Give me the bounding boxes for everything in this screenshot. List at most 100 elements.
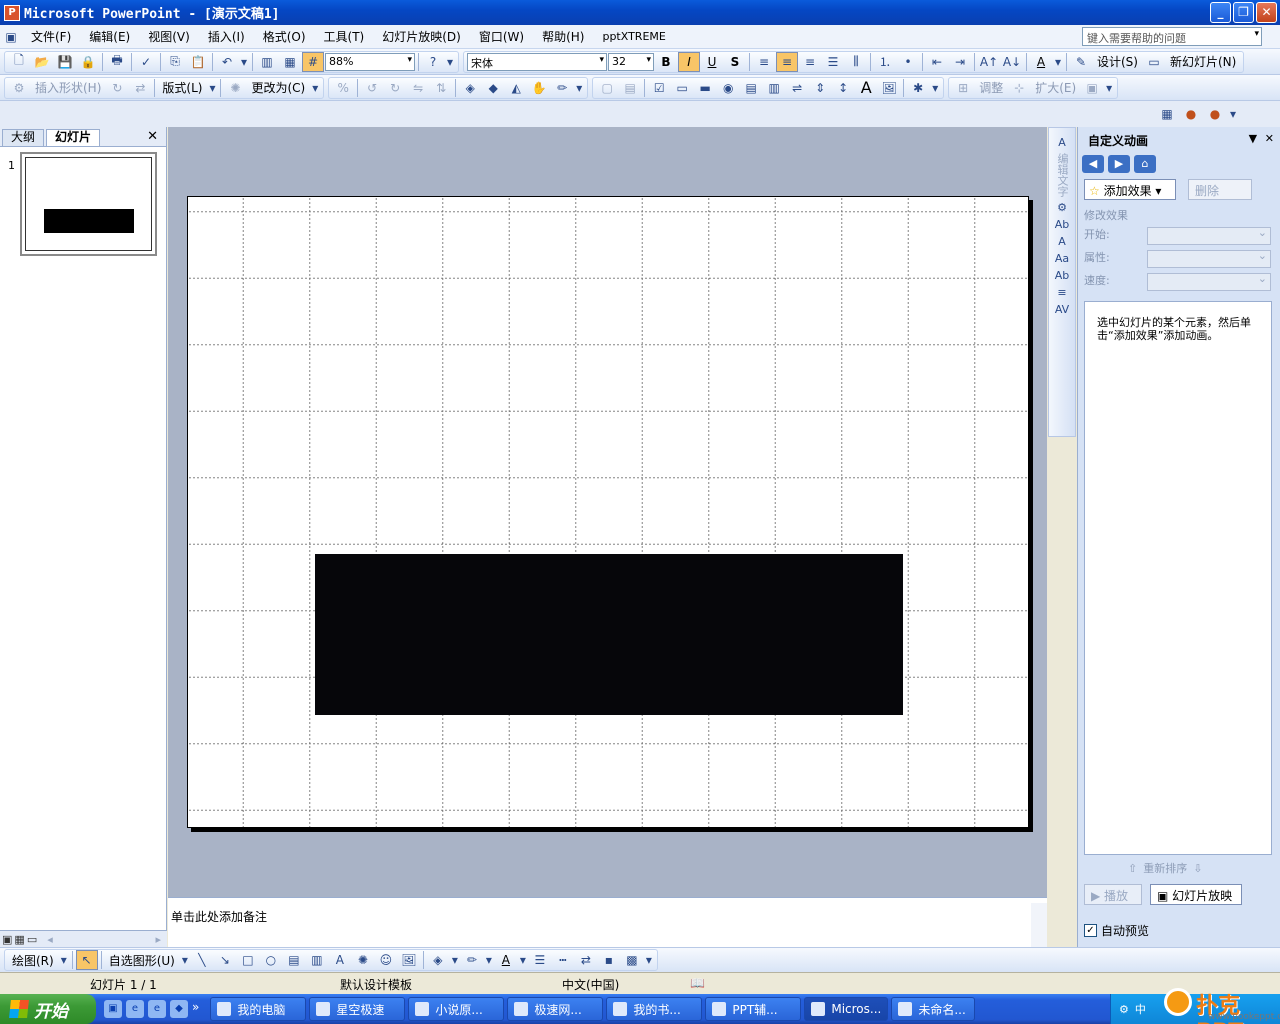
decrease-font-icon[interactable]: A↓ (1001, 52, 1023, 72)
scale-icon[interactable]: % (332, 78, 354, 98)
spelling-status-icon[interactable]: 📖 (690, 976, 705, 990)
checkbox-checked-icon[interactable]: ✓ (1084, 924, 1097, 937)
brush-icon[interactable]: ✋ (528, 78, 550, 98)
line-icon[interactable]: ╲ (191, 950, 213, 970)
autoformat-icon[interactable]: ✺ (224, 78, 246, 98)
back-icon[interactable]: ◀ (1082, 155, 1104, 173)
font-color-icon[interactable]: A (1030, 52, 1052, 72)
taskbar-task-button[interactable]: PPT辅... (705, 997, 802, 1021)
taskbar-task-button[interactable]: 小说原... (408, 997, 505, 1021)
paint-icon[interactable]: ◆ (482, 78, 504, 98)
home-icon[interactable]: ⌂ (1134, 155, 1156, 173)
italic-icon[interactable]: I (678, 51, 700, 72)
fill-color-dropdown-icon[interactable]: ▾ (450, 950, 460, 970)
draw-dropdown-icon[interactable]: ▾ (59, 950, 69, 970)
3d-style-icon[interactable]: ▩ (621, 950, 643, 970)
menu-help[interactable]: 帮助(H) (533, 28, 593, 45)
menu-pptxtreme[interactable]: pptXTREME (593, 30, 674, 43)
taskbar-task-button[interactable]: 未命名... (891, 997, 976, 1021)
addin-1-icon[interactable]: ▦ (1156, 104, 1178, 124)
menu-insert[interactable]: 插入(I) (199, 28, 254, 45)
addin-3-icon[interactable]: ● (1204, 104, 1226, 124)
new-slide-icon[interactable]: ▭ (1143, 52, 1165, 72)
wordart-shape-icon[interactable]: Ab (1055, 218, 1070, 231)
open-icon[interactable]: 📂 (31, 52, 53, 72)
textbox-icon[interactable]: ▤ (283, 950, 305, 970)
diagram-icon[interactable]: ✺ (352, 950, 374, 970)
new-icon[interactable]: 🗋 (8, 52, 30, 72)
new-slide-button[interactable]: 新幻灯片(N) (1166, 53, 1240, 70)
chart-icon[interactable]: ▥ (256, 52, 278, 72)
start-button[interactable]: 开始 (0, 994, 96, 1024)
change-to-dropdown-icon[interactable]: ▾ (310, 78, 320, 98)
tag-icon[interactable]: ◭ (505, 78, 527, 98)
bullets-icon[interactable]: • (897, 52, 919, 72)
paste-icon[interactable]: 📋 (187, 52, 209, 72)
button-control-icon[interactable]: ▬ (694, 78, 716, 98)
table-icon[interactable]: ▦ (279, 52, 301, 72)
save-icon[interactable]: 💾 (54, 52, 76, 72)
close-button[interactable]: ✕ (1256, 2, 1277, 23)
tab-outline[interactable]: 大纲 (2, 129, 45, 146)
forward-icon[interactable]: ▶ (1108, 155, 1130, 173)
flip-v-icon[interactable]: ⇅ (430, 78, 452, 98)
menu-tools[interactable]: 工具(T) (315, 28, 374, 45)
wordart-gallery-icon[interactable]: A (1058, 235, 1066, 248)
edit-text-button[interactable]: 编辑文字 (1054, 153, 1070, 197)
vertical-textbox-icon[interactable]: ▥ (306, 950, 328, 970)
combobox-icon[interactable]: ▥ (763, 78, 785, 98)
spelling-icon[interactable]: ✓ (135, 52, 157, 72)
wordart-icon[interactable]: A (1058, 136, 1066, 149)
play-button[interactable]: ▶ 播放 (1084, 884, 1142, 905)
fit-icon[interactable]: ▣ (1081, 78, 1103, 98)
ie-icon[interactable]: e (148, 1000, 166, 1018)
format-wordart-icon[interactable]: ⚙ (1057, 201, 1067, 214)
insert-shape-icon[interactable]: ⚙ (8, 78, 30, 98)
taskbar-task-button[interactable]: 极速网... (507, 997, 604, 1021)
draw-menu-button[interactable]: 绘图(R) (8, 952, 58, 969)
insert-shape-button[interactable]: 插入形状(H) (31, 79, 105, 96)
flip-h-icon[interactable]: ⇋ (407, 78, 429, 98)
adjust-button[interactable]: 调整 (975, 79, 1007, 96)
help-icon[interactable]: ? (422, 52, 444, 72)
increase-indent-icon[interactable]: ⇥ (949, 52, 971, 72)
decrease-indent-icon[interactable]: ⇤ (926, 52, 948, 72)
drawing-more-icon[interactable]: ▾ (644, 950, 654, 970)
fill-color-icon[interactable]: ◈ (427, 950, 449, 970)
menu-format[interactable]: 格式(O) (254, 28, 315, 45)
more-controls-icon[interactable]: ✱ (907, 78, 929, 98)
group-icon[interactable]: ▢ (596, 78, 618, 98)
browser-icon[interactable]: e (126, 1000, 144, 1018)
doc-icon[interactable]: ▣ (0, 27, 22, 47)
animation-list[interactable]: 选中幻灯片的某个元素，然后单击“添加效果”添加动画。 (1084, 301, 1272, 855)
speed-select[interactable] (1147, 272, 1271, 291)
notes-pane[interactable]: 单击此处添加备注 (168, 897, 1047, 947)
tray-icon[interactable]: ⚙ (1119, 1003, 1129, 1016)
tab-slides[interactable]: 幻灯片 (46, 129, 101, 146)
vertical-text-icon[interactable]: Ab (1055, 269, 1070, 282)
slide-thumbnail[interactable] (20, 152, 157, 256)
taskbar-task-button[interactable]: 星空极速 (309, 997, 406, 1021)
arrow-style-icon[interactable]: ⇄ (575, 950, 597, 970)
font-color-dropdown-icon[interactable]: ▾ (1053, 52, 1063, 72)
property-select[interactable] (1147, 249, 1271, 268)
autoshapes-button[interactable]: 自选图形(U) (105, 952, 179, 969)
rectangle-icon[interactable]: □ (237, 950, 259, 970)
circle-arrows-icon[interactable]: ↻ (106, 78, 128, 98)
remove-button[interactable]: 删除 (1188, 179, 1252, 200)
add-effect-button[interactable]: ☆ 添加效果 ▾ (1084, 179, 1176, 200)
picture-icon[interactable]: 🖼 (398, 950, 420, 970)
design-button[interactable]: 设计(S) (1093, 53, 1142, 70)
textbox-control-icon[interactable]: ▭ (671, 78, 693, 98)
char-spacing-icon[interactable]: AV (1055, 303, 1069, 316)
taskbar-task-button[interactable]: Micros... (804, 997, 889, 1021)
shadow-icon[interactable]: S (724, 52, 746, 72)
font-select[interactable]: 宋体 ▾ (467, 52, 607, 71)
desktop-icon[interactable]: ▣ (104, 1000, 122, 1018)
autopreview-checkbox[interactable]: ✓ 自动预览 (1084, 922, 1149, 939)
reverse-icon[interactable]: ⇄ (129, 78, 151, 98)
taskbar-task-button[interactable]: 我的电脑 (210, 997, 307, 1021)
menu-window[interactable]: 窗口(W) (470, 28, 533, 45)
maximize-button[interactable]: ❐ (1233, 2, 1254, 23)
autoshapes-dropdown-icon[interactable]: ▾ (180, 950, 190, 970)
